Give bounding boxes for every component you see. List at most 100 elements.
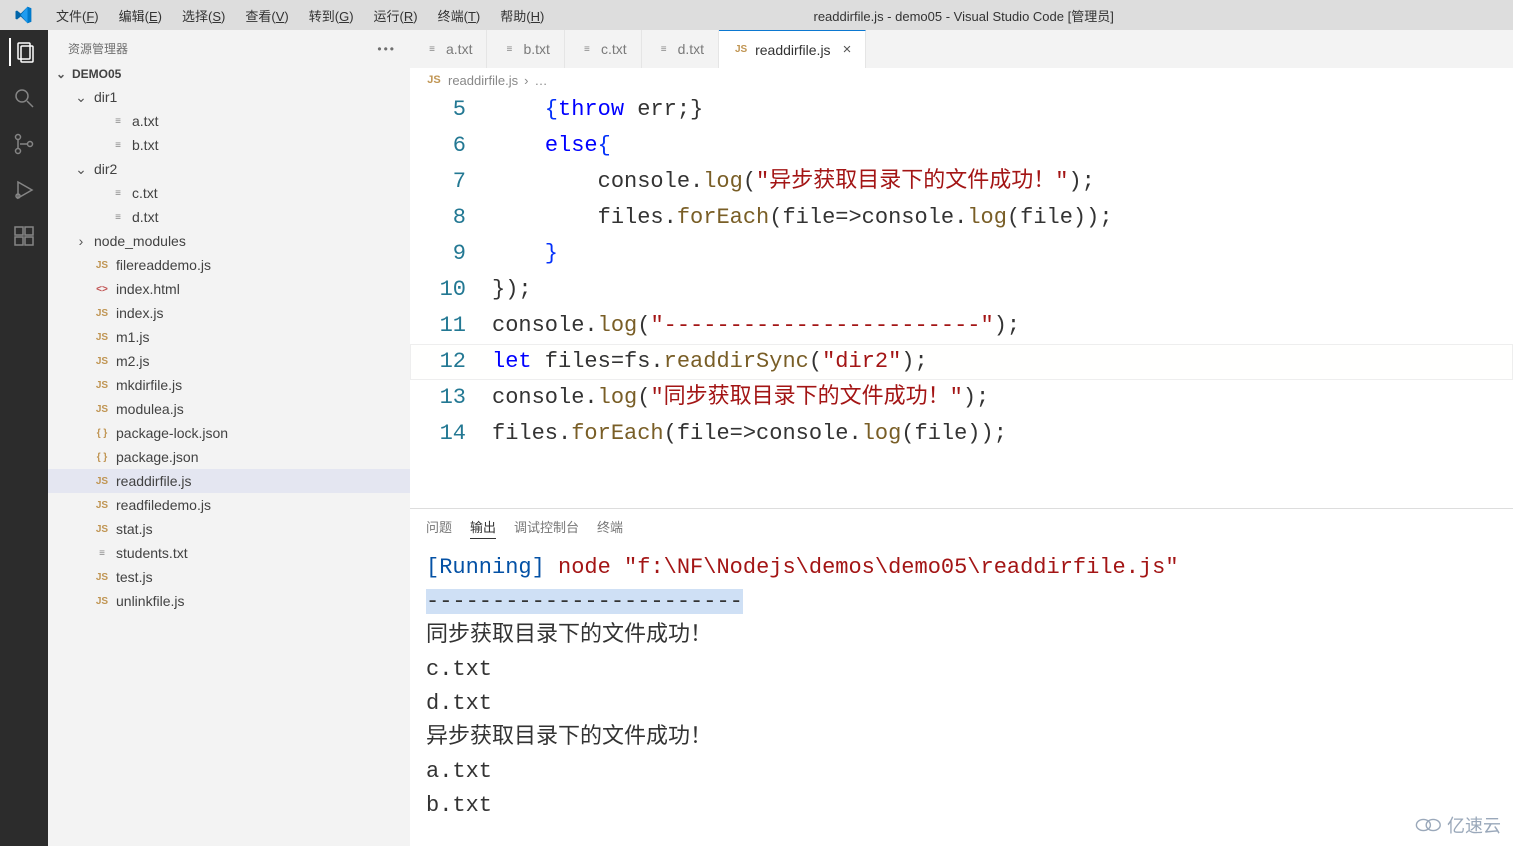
line-number: 14 bbox=[410, 416, 492, 452]
code-text: else{ bbox=[492, 128, 611, 164]
menu-item-v[interactable]: 查看(V) bbox=[235, 2, 298, 29]
activity-bar bbox=[0, 30, 48, 846]
terminal-line: 异步获取目录下的文件成功！ bbox=[426, 721, 1497, 755]
file-test.js[interactable]: JStest.js bbox=[48, 565, 410, 589]
tab-d-txt[interactable]: ≡d.txt bbox=[642, 30, 719, 68]
code-line[interactable]: 13console.log("同步获取目录下的文件成功！"); bbox=[410, 380, 1513, 416]
file-c.txt[interactable]: ≡c.txt bbox=[48, 181, 410, 205]
tab-a-txt[interactable]: ≡a.txt bbox=[410, 30, 487, 68]
code-line[interactable]: 6 else{ bbox=[410, 128, 1513, 164]
panel-tab-问题[interactable]: 问题 bbox=[426, 517, 452, 539]
line-number: 9 bbox=[410, 236, 492, 272]
tab-c-txt[interactable]: ≡c.txt bbox=[565, 30, 642, 68]
tree-item-label: modulea.js bbox=[116, 401, 184, 417]
file-package-lock.json[interactable]: { }package-lock.json bbox=[48, 421, 410, 445]
file-d.txt[interactable]: ≡d.txt bbox=[48, 205, 410, 229]
code-line[interactable]: 9 } bbox=[410, 236, 1513, 272]
menu-item-r[interactable]: 运行(R) bbox=[364, 2, 428, 29]
explorer-icon[interactable] bbox=[9, 38, 37, 66]
folder-node_modules[interactable]: › node_modules bbox=[48, 229, 410, 253]
file-a.txt[interactable]: ≡a.txt bbox=[48, 109, 410, 133]
watermark: 亿速云 bbox=[1415, 812, 1501, 838]
file-modulea.js[interactable]: JSmodulea.js bbox=[48, 397, 410, 421]
close-icon[interactable]: × bbox=[843, 41, 852, 58]
chevron-icon: › bbox=[74, 233, 88, 249]
code-line[interactable]: 8 files.forEach(file=>console.log(file))… bbox=[410, 200, 1513, 236]
tab-readdirfile-js[interactable]: JSreaddirfile.js× bbox=[719, 30, 866, 68]
line-number: 8 bbox=[410, 200, 492, 236]
file-students.txt[interactable]: ≡students.txt bbox=[48, 541, 410, 565]
code-line[interactable]: 5 {throw err;} bbox=[410, 92, 1513, 128]
menu-item-e[interactable]: 编辑(E) bbox=[109, 2, 172, 29]
terminal-line: ------------------------ bbox=[426, 585, 1497, 619]
tree-item-label: students.txt bbox=[116, 545, 188, 561]
tree-item-label: dir2 bbox=[94, 161, 117, 177]
file-b.txt[interactable]: ≡b.txt bbox=[48, 133, 410, 157]
file-tree: ⌄dir1≡a.txt≡b.txt ⌄ dir2 ≡c.txt≡d.txt › node_… bbox=[48, 85, 410, 613]
code-line[interactable]: 7 console.log("异步获取目录下的文件成功！"); bbox=[410, 164, 1513, 200]
menu-item-g[interactable]: 转到(G) bbox=[299, 2, 364, 29]
file-filereaddemo.js[interactable]: JSfilereaddemo.js bbox=[48, 253, 410, 277]
code-line[interactable]: 12let files=fs.readdirSync("dir2"); bbox=[410, 344, 1513, 380]
menu-item-h[interactable]: 帮助(H) bbox=[490, 2, 554, 29]
titlebar: 文件(F)编辑(E)选择(S)查看(V)转到(G)运行(R)终端(T)帮助(H)… bbox=[0, 0, 1513, 30]
panel-tab-终端[interactable]: 终端 bbox=[597, 517, 623, 539]
tree-item-label: package-lock.json bbox=[116, 425, 228, 441]
sidebar-title: 资源管理器 ••• bbox=[48, 30, 410, 63]
tree-item-label: c.txt bbox=[132, 185, 158, 201]
chevron-icon: ⌄ bbox=[74, 161, 88, 178]
tree-item-label: package.json bbox=[116, 449, 199, 465]
terminal-line: 同步获取目录下的文件成功！ bbox=[426, 619, 1497, 653]
file-package.json[interactable]: { }package.json bbox=[48, 445, 410, 469]
file-m2.js[interactable]: JSm2.js bbox=[48, 349, 410, 373]
file-readdirfile.js[interactable]: JSreaddirfile.js bbox=[48, 469, 410, 493]
vscode-logo-icon bbox=[0, 6, 46, 24]
file-unlinkfile.js[interactable]: JSunlinkfile.js bbox=[48, 589, 410, 613]
tree-item-label: stat.js bbox=[116, 521, 153, 537]
js-file-icon: JS bbox=[426, 72, 442, 88]
menu-bar: 文件(F)编辑(E)选择(S)查看(V)转到(G)运行(R)终端(T)帮助(H) bbox=[46, 2, 554, 29]
run-debug-icon[interactable] bbox=[10, 176, 38, 204]
line-number: 12 bbox=[410, 344, 492, 380]
menu-item-t[interactable]: 终端(T) bbox=[428, 2, 491, 29]
folder-dir1[interactable]: ⌄dir1 bbox=[48, 85, 410, 109]
tree-item-label: unlinkfile.js bbox=[116, 593, 184, 609]
code-text: } bbox=[492, 236, 558, 272]
tree-item-label: node_modules bbox=[94, 233, 186, 249]
code-line[interactable]: 10}); bbox=[410, 272, 1513, 308]
menu-item-f[interactable]: 文件(F) bbox=[46, 2, 109, 29]
panel-tab-调试控制台[interactable]: 调试控制台 bbox=[514, 517, 579, 539]
code-text: files.forEach(file=>console.log(file)); bbox=[492, 416, 1007, 452]
file-readfiledemo.js[interactable]: JSreadfiledemo.js bbox=[48, 493, 410, 517]
panel-tab-输出[interactable]: 输出 bbox=[470, 517, 496, 539]
line-number: 5 bbox=[410, 92, 492, 128]
tab-b-txt[interactable]: ≡b.txt bbox=[487, 30, 564, 68]
code-text: let files=fs.readdirSync("dir2"); bbox=[492, 344, 928, 380]
tree-item-label: readdirfile.js bbox=[116, 473, 191, 489]
code-text: files.forEach(file=>console.log(file)); bbox=[492, 200, 1113, 236]
tree-item-label: dir1 bbox=[94, 89, 117, 105]
code-text: {throw err;} bbox=[492, 92, 703, 128]
source-control-icon[interactable] bbox=[10, 130, 38, 158]
line-number: 11 bbox=[410, 308, 492, 344]
file-mkdirfile.js[interactable]: JSmkdirfile.js bbox=[48, 373, 410, 397]
code-editor[interactable]: 5 {throw err;}6 else{7 console.log("异步获取… bbox=[410, 92, 1513, 508]
file-stat.js[interactable]: JSstat.js bbox=[48, 517, 410, 541]
terminal-output[interactable]: [Running] node "f:\NF\Nodejs\demos\demo0… bbox=[410, 545, 1513, 846]
file-m1.js[interactable]: JSm1.js bbox=[48, 325, 410, 349]
menu-item-s[interactable]: 选择(S) bbox=[172, 2, 235, 29]
extensions-icon[interactable] bbox=[10, 222, 38, 250]
file-index.js[interactable]: JSindex.js bbox=[48, 301, 410, 325]
file-index.html[interactable]: <>index.html bbox=[48, 277, 410, 301]
project-header[interactable]: ⌄ DEMO05 bbox=[48, 63, 410, 85]
more-actions-icon[interactable]: ••• bbox=[377, 42, 396, 56]
tree-item-label: d.txt bbox=[132, 209, 158, 225]
search-icon[interactable] bbox=[10, 84, 38, 112]
tree-item-label: mkdirfile.js bbox=[116, 377, 182, 393]
folder-dir2[interactable]: ⌄ dir2 bbox=[48, 157, 410, 181]
code-line[interactable]: 11console.log("------------------------"… bbox=[410, 308, 1513, 344]
tree-item-label: index.html bbox=[116, 281, 180, 297]
breadcrumb[interactable]: JS readdirfile.js › … bbox=[410, 68, 1513, 92]
code-line[interactable]: 14files.forEach(file=>console.log(file))… bbox=[410, 416, 1513, 452]
tree-item-label: b.txt bbox=[132, 137, 158, 153]
